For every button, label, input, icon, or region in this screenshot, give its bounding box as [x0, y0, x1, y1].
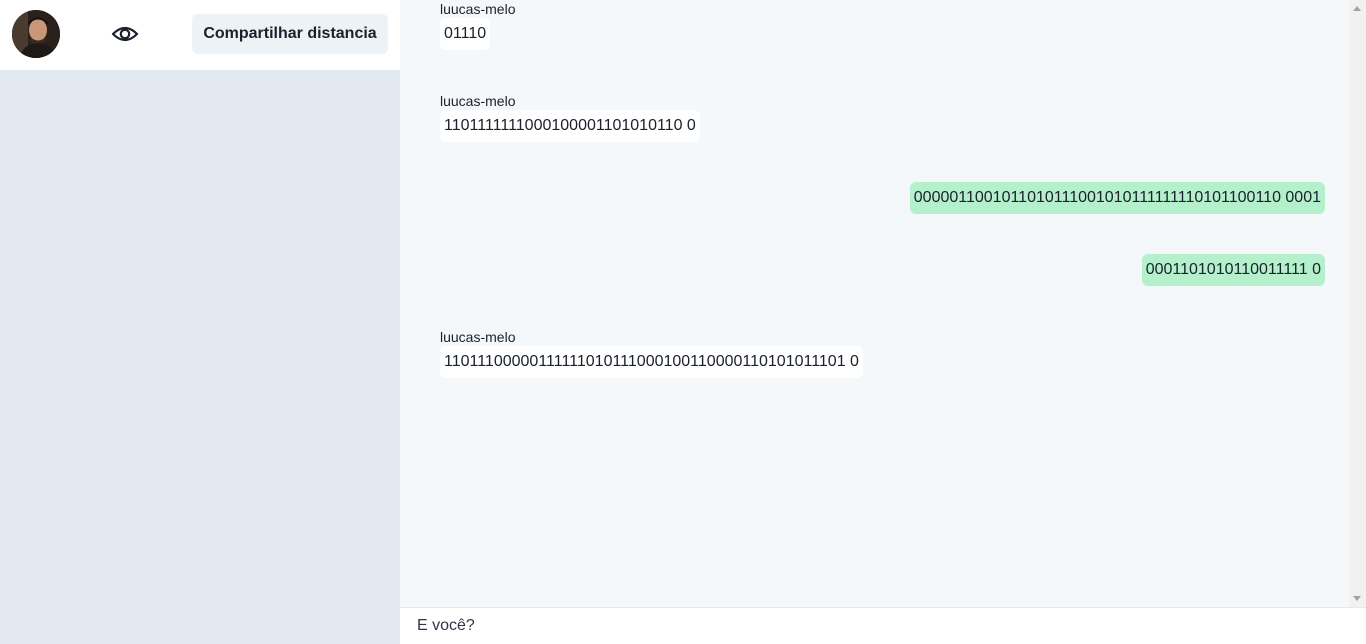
- message-composer: [400, 607, 1366, 644]
- chat-messages[interactable]: luucas-melo 01110 luucas-melo 1101111111…: [400, 0, 1366, 607]
- message-bubble-incoming: 01110: [440, 18, 491, 50]
- message-bubble-incoming: 1101111111000100001101010110 0: [440, 110, 700, 142]
- message-sender: luucas-melo: [440, 329, 516, 345]
- avatar[interactable]: [12, 10, 60, 58]
- chat-scrollbar[interactable]: [1349, 0, 1366, 607]
- message-input[interactable]: [400, 608, 1366, 644]
- message-bubble-outgoing: 0000011001011010111001010111111110101100…: [909, 182, 1325, 214]
- share-distance-button[interactable]: Compartilhar distancia: [192, 14, 388, 54]
- scroll-down-icon[interactable]: [1353, 596, 1361, 601]
- eye-icon[interactable]: [111, 21, 139, 47]
- message-bubble-outgoing: 0001101010110011111 0: [1141, 254, 1325, 286]
- sidebar: Compartilhar distancia: [0, 0, 400, 644]
- scroll-up-icon[interactable]: [1353, 6, 1361, 11]
- message-bubble-incoming: 1101110000011111101011100010011000011010…: [440, 346, 863, 378]
- message-sender: luucas-melo: [440, 1, 516, 17]
- message-sender: luucas-melo: [440, 93, 516, 109]
- sidebar-header: Compartilhar distancia: [0, 0, 400, 70]
